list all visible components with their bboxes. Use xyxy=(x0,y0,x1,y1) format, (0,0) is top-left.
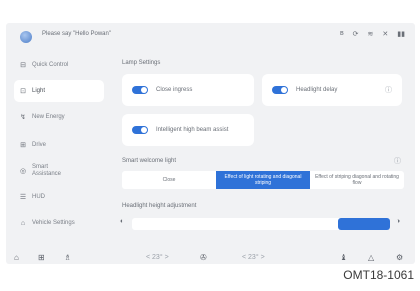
sidebar-item-vehicle-settings[interactable]: ⌂ Vehicle Settings xyxy=(14,212,104,234)
home-icon[interactable]: ⌂ xyxy=(14,253,19,262)
refresh-icon[interactable]: ⟳ xyxy=(353,30,359,38)
sidebar-item-smart-assistance[interactable]: ◎ Smart Assistance xyxy=(14,160,104,182)
light-settings-panel: Lamp Settings Close ingress Headlight de… xyxy=(116,50,411,255)
sidebar-item-label: Vehicle Settings xyxy=(32,220,75,226)
info-icon[interactable]: ⓘ xyxy=(385,85,392,95)
voice-greeting: Please say "Hello Powan" xyxy=(42,31,111,37)
close-ingress-label: Close ingress xyxy=(156,87,193,93)
wifi-icon[interactable]: ≋ xyxy=(368,30,374,38)
new-energy-icon: ↯ xyxy=(20,114,26,121)
bluetooth-icon[interactable]: ʙ xyxy=(340,30,344,38)
welcome-option-striping-flow[interactable]: Effect of striping diagonal and rotating… xyxy=(310,171,404,189)
headlight-height-fill xyxy=(338,218,390,230)
sidebar-item-label: Drive xyxy=(32,142,47,148)
passenger-temperature[interactable]: < 23° > xyxy=(242,254,265,261)
high-beam-assist-card[interactable]: Intelligent high beam assist xyxy=(122,114,254,146)
signal-icon: ▮▮ xyxy=(397,31,405,38)
status-icons: ʙ ⟳ ≋ ✕ ▮▮ xyxy=(340,30,405,38)
lamp-settings-title: Lamp Settings xyxy=(122,60,161,66)
top-bar: Please say "Hello Powan" ʙ ⟳ ≋ ✕ ▮▮ xyxy=(6,23,415,49)
figure-code: OMT18-1061 xyxy=(343,268,414,282)
settings-gear-icon[interactable]: ⚙ xyxy=(396,253,403,262)
smart-welcome-light-title: Smart welcome light xyxy=(122,158,177,164)
high-beam-assist-label: Intelligent high beam assist xyxy=(156,127,229,133)
headlight-low-icon: ◐ xyxy=(120,218,125,225)
close-ingress-card[interactable]: Close ingress xyxy=(122,74,254,106)
headlight-delay-card[interactable]: Headlight delay ⓘ xyxy=(262,74,402,106)
sidebar-item-label: Smart Assistance xyxy=(32,164,62,177)
headlight-delay-toggle[interactable] xyxy=(272,86,288,94)
apps-grid-icon[interactable]: ⊞ xyxy=(38,253,45,262)
sidebar-item-label: Quick Control xyxy=(32,62,69,68)
seat-icon[interactable]: ♗ xyxy=(64,253,71,262)
sidebar-item-quick-control[interactable]: ⊟ Quick Control xyxy=(14,54,104,76)
sidebar-item-light[interactable]: ⊡ Light xyxy=(14,80,104,102)
driver-temperature[interactable]: < 23° > xyxy=(146,254,169,261)
hud-icon: ☰ xyxy=(19,194,27,201)
sidebar-item-label: HUD xyxy=(32,194,45,200)
infotainment-screen: Please say "Hello Powan" ʙ ⟳ ≋ ✕ ▮▮ ⊟ Qu… xyxy=(6,23,415,264)
headlight-height-title: Headlight height adjustment xyxy=(122,203,197,209)
welcome-option-rotating-striping[interactable]: Effect of light rotating and diagonal st… xyxy=(216,171,310,189)
headlight-height-track[interactable] xyxy=(132,218,390,230)
info-icon[interactable]: ⓘ xyxy=(394,156,401,166)
welcome-light-selector: Close Effect of light rotating and diago… xyxy=(122,171,404,189)
sidebar-item-label: Light xyxy=(32,88,46,94)
settings-sidebar: ⊟ Quick Control ⊡ Light ↯ New Energy ⊞ D… xyxy=(6,50,108,255)
headlight-delay-label: Headlight delay xyxy=(296,87,338,93)
fan-icon[interactable]: ✇ xyxy=(200,253,207,262)
headlight-height-slider[interactable]: ◐ ◑ xyxy=(116,216,411,230)
sidebar-item-label: New Energy xyxy=(32,114,65,120)
drive-icon: ⊞ xyxy=(20,142,26,149)
headlight-high-icon: ◑ xyxy=(396,218,401,225)
seat-right-icon[interactable]: ♝ xyxy=(340,253,347,262)
close-ingress-toggle[interactable] xyxy=(132,86,148,94)
light-icon: ⊡ xyxy=(20,88,26,95)
warning-icon[interactable]: △ xyxy=(368,253,374,262)
voice-assistant-avatar[interactable] xyxy=(20,31,32,43)
welcome-option-close[interactable]: Close xyxy=(122,171,216,189)
vehicle-settings-icon: ⌂ xyxy=(20,219,26,227)
sidebar-item-drive[interactable]: ⊞ Drive xyxy=(14,134,104,156)
sidebar-item-new-energy[interactable]: ↯ New Energy xyxy=(14,106,104,128)
close-icon[interactable]: ✕ xyxy=(382,30,388,38)
sidebar-item-hud[interactable]: ☰ HUD xyxy=(14,186,104,208)
high-beam-assist-toggle[interactable] xyxy=(132,126,148,134)
bottom-dock: ⌂ ⊞ ♗ < 23° > ✇ < 23° > ♝ △ ⚙ xyxy=(6,253,415,264)
quick-control-icon: ⊟ xyxy=(20,62,26,69)
smart-assistance-icon: ◎ xyxy=(19,168,27,175)
